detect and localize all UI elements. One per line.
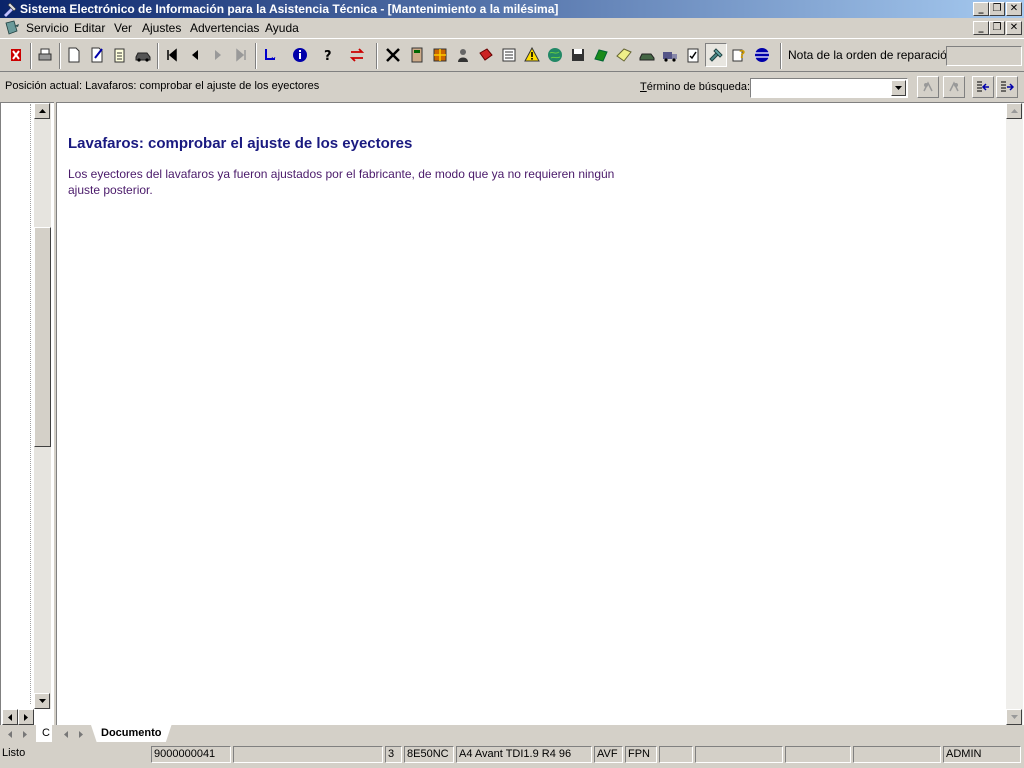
status-number: 3 (385, 746, 402, 763)
child-minimize-button[interactable]: _ (973, 21, 989, 35)
status-user: ADMIN (943, 746, 1021, 763)
doc-tab-scroll-left-icon[interactable] (59, 727, 73, 741)
menu-advertencias[interactable]: Advertencias (190, 21, 259, 35)
navigation-scrollbar[interactable] (34, 103, 51, 709)
list-icon[interactable] (498, 43, 520, 67)
doc-scroll-up-icon[interactable] (1006, 103, 1022, 119)
menu-servicio[interactable]: Servicio (26, 21, 69, 35)
manual-icon[interactable] (475, 43, 497, 67)
tree-lines (30, 104, 31, 704)
restore-button[interactable]: ❐ (989, 2, 1005, 16)
warning-icon[interactable] (521, 43, 543, 67)
status-code: 8E50NC (404, 746, 454, 763)
document-icon[interactable] (4, 20, 20, 36)
outdent-icon[interactable] (972, 76, 994, 98)
status-state: Listo (2, 747, 26, 759)
search-term-label-text: érmino de búsqueda: (646, 81, 751, 93)
person-icon[interactable] (452, 43, 474, 67)
scroll-right-icon[interactable] (18, 709, 34, 725)
repair-order-note-field[interactable] (946, 46, 1022, 66)
tab-documento[interactable]: Documento (91, 725, 172, 742)
tab-scroll-left-icon[interactable] (3, 727, 17, 741)
doc-scroll-down-icon[interactable] (1006, 709, 1022, 725)
database-icon[interactable] (751, 43, 773, 67)
previous-page-icon[interactable] (184, 43, 206, 67)
status-empty-1 (659, 746, 693, 763)
diagnosis-icon[interactable] (705, 43, 727, 67)
vehicle-icon[interactable] (636, 43, 658, 67)
status-engine: AVF (594, 746, 623, 763)
status-fpn: FPN (625, 746, 657, 763)
last-page-icon[interactable] (230, 43, 252, 67)
search-next-icon[interactable] (943, 76, 965, 98)
new-document-icon[interactable] (63, 43, 85, 67)
menu-ajustes[interactable]: Ajustes (142, 21, 181, 35)
minimize-button[interactable]: _ (973, 2, 989, 16)
status-order-number: 9000000041 (151, 746, 231, 763)
svg-text:..: .. (271, 51, 276, 60)
scroll-thumb[interactable] (34, 227, 51, 447)
edit-document-icon[interactable] (86, 43, 108, 67)
status-empty-4 (853, 746, 941, 763)
car-icon[interactable] (132, 43, 154, 67)
tab-scroll-right-icon[interactable] (18, 727, 32, 741)
truck-icon[interactable] (659, 43, 681, 67)
next-page-icon[interactable] (207, 43, 229, 67)
grid-icon[interactable] (429, 43, 451, 67)
window-title-bar: Sistema Electrónico de Información para … (0, 0, 1024, 18)
save-icon[interactable] (567, 43, 589, 67)
search-previous-icon[interactable] (917, 76, 939, 98)
scroll-up-icon[interactable] (34, 103, 50, 119)
document-title: Lavafaros: comprobar el ajuste de los ey… (68, 135, 413, 152)
app-icon (4, 2, 17, 17)
search-term-accesskey: T (640, 81, 647, 93)
question-doc-icon[interactable]: ? (728, 43, 750, 67)
print-icon[interactable] (34, 43, 56, 67)
status-field (233, 746, 383, 763)
folder-icon[interactable] (590, 43, 612, 67)
search-term-combo[interactable] (750, 78, 908, 98)
current-position: Posición actual: Lavafaros: comprobar el… (5, 80, 320, 92)
globe-icon[interactable] (544, 43, 566, 67)
back-reference-icon[interactable]: .. (259, 43, 281, 67)
checklist-icon[interactable] (682, 43, 704, 67)
document-body: Los eyectores del lavafaros ya fueron aj… (68, 167, 615, 197)
indent-icon[interactable] (996, 76, 1018, 98)
tab-contents[interactable]: C (36, 725, 52, 742)
help-icon[interactable]: ? (317, 43, 339, 67)
scroll-left-icon[interactable] (2, 709, 18, 725)
close-button[interactable]: ✕ (1006, 2, 1022, 16)
status-empty-3 (785, 746, 851, 763)
menu-ver[interactable]: Ver (114, 21, 132, 35)
calculator-icon[interactable] (406, 43, 428, 67)
child-restore-button[interactable]: ❐ (989, 21, 1005, 35)
info-icon[interactable] (289, 43, 311, 67)
status-vehicle: A4 Avant TDI1.9 R4 96 (456, 746, 592, 763)
search-term-label: Término de búsqueda: (640, 81, 750, 93)
chevron-down-icon[interactable] (891, 80, 906, 96)
menu-ayuda[interactable]: Ayuda (265, 21, 299, 35)
status-empty-2 (695, 746, 783, 763)
tag-icon[interactable] (613, 43, 635, 67)
scroll-down-icon[interactable] (34, 693, 50, 709)
svg-text:?: ? (324, 49, 332, 63)
menu-editar[interactable]: Editar (74, 21, 105, 35)
window-title: Sistema Electrónico de Información para … (20, 2, 559, 16)
notes-icon[interactable] (109, 43, 131, 67)
child-close-button[interactable]: ✕ (1006, 21, 1022, 35)
document-scrollbar[interactable] (1006, 103, 1023, 725)
svg-text:?: ? (739, 48, 745, 61)
doc-tab-scroll-right-icon[interactable] (74, 727, 88, 741)
tools-icon[interactable] (382, 43, 404, 67)
switch-icon[interactable] (346, 43, 368, 67)
exit-icon[interactable] (5, 43, 27, 67)
first-page-icon[interactable] (161, 43, 183, 67)
repair-order-note-label: Nota de la orden de reparación: (788, 48, 957, 62)
